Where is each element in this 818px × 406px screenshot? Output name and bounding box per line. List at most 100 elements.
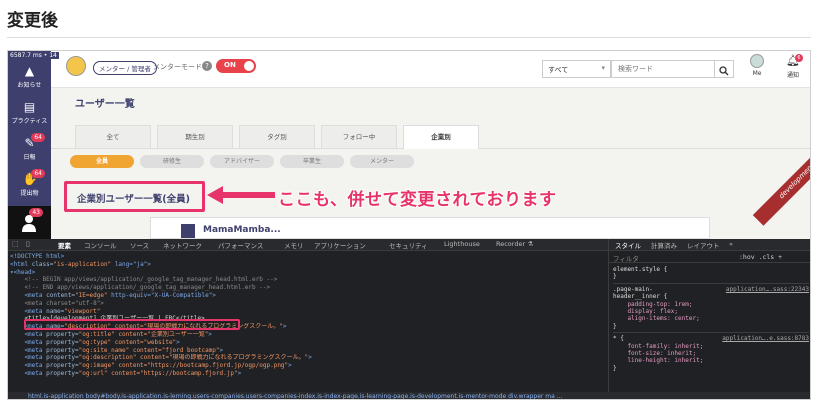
tab-following[interactable]: フォロー中 — [321, 125, 397, 148]
top-header: メンター / 管理者 メンターモード ? ON すべて ▾ Me 🔔︎ 6 通知 — [51, 51, 810, 88]
style-line[interactable]: align-items: center; — [613, 315, 809, 322]
sidebar-item-news[interactable]: ▲ お知らせ — [8, 61, 51, 95]
code-line[interactable]: <meta name="viewport" — [10, 308, 608, 316]
person-icon — [22, 215, 36, 232]
rule-separator — [613, 332, 809, 334]
devtools-tab-memory[interactable]: メモリ — [284, 240, 304, 250]
styles-rules: element.style {} application….sass:22343.… — [613, 266, 809, 372]
devtools-tab-performance[interactable]: パフォーマンス — [218, 240, 263, 250]
tab-tags[interactable]: タグ別 — [239, 125, 315, 148]
mentor-mode-label: メンターモード — [153, 63, 202, 71]
sidebar-item-products[interactable]: 64 ✋ 提出物 — [8, 169, 51, 203]
sidebar-item-practices[interactable]: ▤ プラクティス — [8, 97, 51, 131]
search-scope-select[interactable]: すべて ▾ — [542, 60, 611, 78]
code-line[interactable]: <meta charset="utf-8"> — [10, 300, 608, 308]
code-line[interactable]: <!DOCTYPE html> — [10, 253, 608, 261]
styles-tab-computed[interactable]: 計算済み — [651, 240, 677, 250]
sidebar-item-reports[interactable]: 64 ✎ 日報 — [8, 133, 51, 167]
style-line[interactable]: padding-top: 1rem; — [613, 301, 809, 308]
stylesheet-link: application….sass:22343 — [725, 285, 809, 293]
code-line[interactable]: <!-- END app/views/application/_google_t… — [10, 284, 608, 292]
inspect-icon[interactable]: ⬚ — [12, 240, 19, 248]
pill-trainee[interactable]: 研修生 — [140, 155, 204, 168]
notifications-menu[interactable]: 🔔︎ 6 通知 — [781, 54, 805, 79]
help-icon[interactable]: ? — [202, 61, 212, 71]
code-line[interactable]: <meta property="og:image" content="https… — [10, 362, 608, 370]
style-line[interactable]: application….sass:22343 .page-main- — [613, 286, 809, 293]
title-highlight — [24, 319, 240, 330]
mentor-avatar[interactable] — [66, 56, 86, 76]
code-line[interactable]: <meta content="IE=edge" http-equiv="X-UA… — [10, 292, 608, 300]
me-menu[interactable]: Me — [745, 54, 769, 77]
avatar — [750, 54, 764, 68]
sidebar: ▲ お知らせ ▤ プラクティス 64 ✎ 日報 64 ✋ 提出物 43 — [8, 51, 51, 239]
toggle-knob — [244, 61, 254, 71]
pill-mentor[interactable]: メンター — [350, 155, 414, 168]
devtools-panel: ⬚ ▯ 要素 コンソール ソース ネットワーク パフォーマンス メモリ アプリケ… — [8, 239, 810, 399]
perf-timing: 6587.7 ms • 14 — [8, 52, 59, 59]
page-title: ユーザー一覧 — [75, 99, 135, 110]
devtools-tab-console[interactable]: コンソール — [84, 240, 117, 250]
code-line[interactable]: <html class="is-application" lang="ja"> — [10, 261, 608, 269]
code-line[interactable]: <!-- BEGIN app/views/application/_google… — [10, 276, 608, 284]
style-line[interactable]: } — [613, 365, 809, 372]
style-line[interactable]: font-size: inherit; — [613, 350, 809, 357]
code-line[interactable]: <meta property="og:description" content=… — [10, 354, 608, 362]
devtools-tab-lighthouse[interactable]: Lighthouse — [444, 240, 480, 248]
products-badge: 64 — [31, 169, 45, 178]
style-line[interactable]: header__inner { — [613, 293, 809, 300]
tab-bar: 全て 期生別 タグ別 フォロー中 企業別 — [51, 121, 810, 149]
style-line[interactable]: display: flex; — [613, 308, 809, 315]
device-icon[interactable]: ▯ — [26, 240, 30, 248]
styles-tab-styles[interactable]: スタイル — [615, 240, 641, 250]
dom-breadcrumb[interactable]: html.is-application body#body.is-applica… — [8, 392, 810, 399]
annotation-callout: ここも、併せて変更されております — [278, 190, 557, 210]
style-line[interactable]: font-family: inherit; — [613, 343, 809, 350]
styles-tab-more[interactable]: » — [729, 240, 733, 248]
mentor-role-tag: メンター / 管理者 — [93, 61, 157, 75]
devtools-tab-network[interactable]: ネットワーク — [163, 240, 202, 250]
pill-advisor[interactable]: アドバイザー — [210, 155, 274, 168]
notification-badge: 6 — [795, 54, 803, 62]
style-line[interactable]: application….e.sass:8783 * { — [613, 335, 809, 342]
reports-badge: 64 — [31, 133, 45, 142]
code-line[interactable]: ▾<head> — [10, 269, 608, 277]
tab-all[interactable]: 全て — [75, 125, 151, 148]
style-line[interactable]: } — [613, 273, 809, 280]
chevron-down-icon: ▾ — [601, 64, 605, 72]
development-ribbon: development — [752, 137, 810, 226]
company-logo — [181, 224, 195, 238]
style-line[interactable]: line-height: inherit; — [613, 357, 809, 364]
code-line[interactable]: <meta property="og:title" content="企業別ユー… — [10, 331, 608, 339]
pill-all[interactable]: 全員 — [70, 155, 134, 168]
stylesheet-link: application….e.sass:8783 — [722, 335, 809, 343]
section-title: 企業別ユーザー一覧(全員) — [77, 194, 190, 205]
code-line[interactable]: <meta property="og:type" content="websit… — [10, 339, 608, 347]
devtools-tab-recorder[interactable]: Recorder ⚗ — [496, 240, 533, 248]
pill-graduate[interactable]: 卒業生 — [280, 155, 344, 168]
styles-tabbar: スタイル 計算済み レイアウト » — [609, 239, 810, 251]
search-button[interactable] — [714, 60, 734, 78]
styles-tab-layout[interactable]: レイアウト — [687, 240, 720, 250]
code-line[interactable]: <meta property="og:url" content="https:/… — [10, 370, 608, 378]
screenshot-frame: 6587.7 ms • 14 ▲ お知らせ ▤ プラクティス 64 ✎ 日報 6… — [7, 50, 811, 400]
style-line[interactable]: } — [613, 323, 809, 330]
devtools-tab-elements[interactable]: 要素 — [58, 240, 71, 250]
style-line[interactable]: element.style { — [613, 266, 809, 273]
megaphone-icon: ▲ — [24, 64, 35, 78]
arrow-left-icon — [207, 186, 275, 204]
styles-filter-input[interactable]: フィルタ — [613, 253, 639, 263]
tab-companies[interactable]: 企業別 — [403, 125, 479, 149]
devtools-tab-sources[interactable]: ソース — [130, 240, 149, 250]
sidebar-item-users[interactable]: 43 — [8, 206, 51, 239]
devtools-tab-application[interactable]: アプリケーション — [314, 240, 366, 250]
devtools-tab-security[interactable]: セキュリティ — [389, 240, 428, 250]
section-highlight: 企業別ユーザー一覧(全員) — [64, 181, 205, 212]
styles-filterbar: フィルタ :hov .cls + — [609, 251, 810, 263]
tab-generations[interactable]: 期生別 — [157, 125, 233, 148]
search-input[interactable] — [611, 60, 715, 78]
mentor-mode-toggle[interactable]: ON — [216, 59, 256, 73]
search-icon — [719, 66, 729, 76]
styles-hov-cls[interactable]: :hov .cls + — [739, 253, 782, 261]
code-line[interactable]: <meta property="og:site_name" content="f… — [10, 347, 608, 355]
